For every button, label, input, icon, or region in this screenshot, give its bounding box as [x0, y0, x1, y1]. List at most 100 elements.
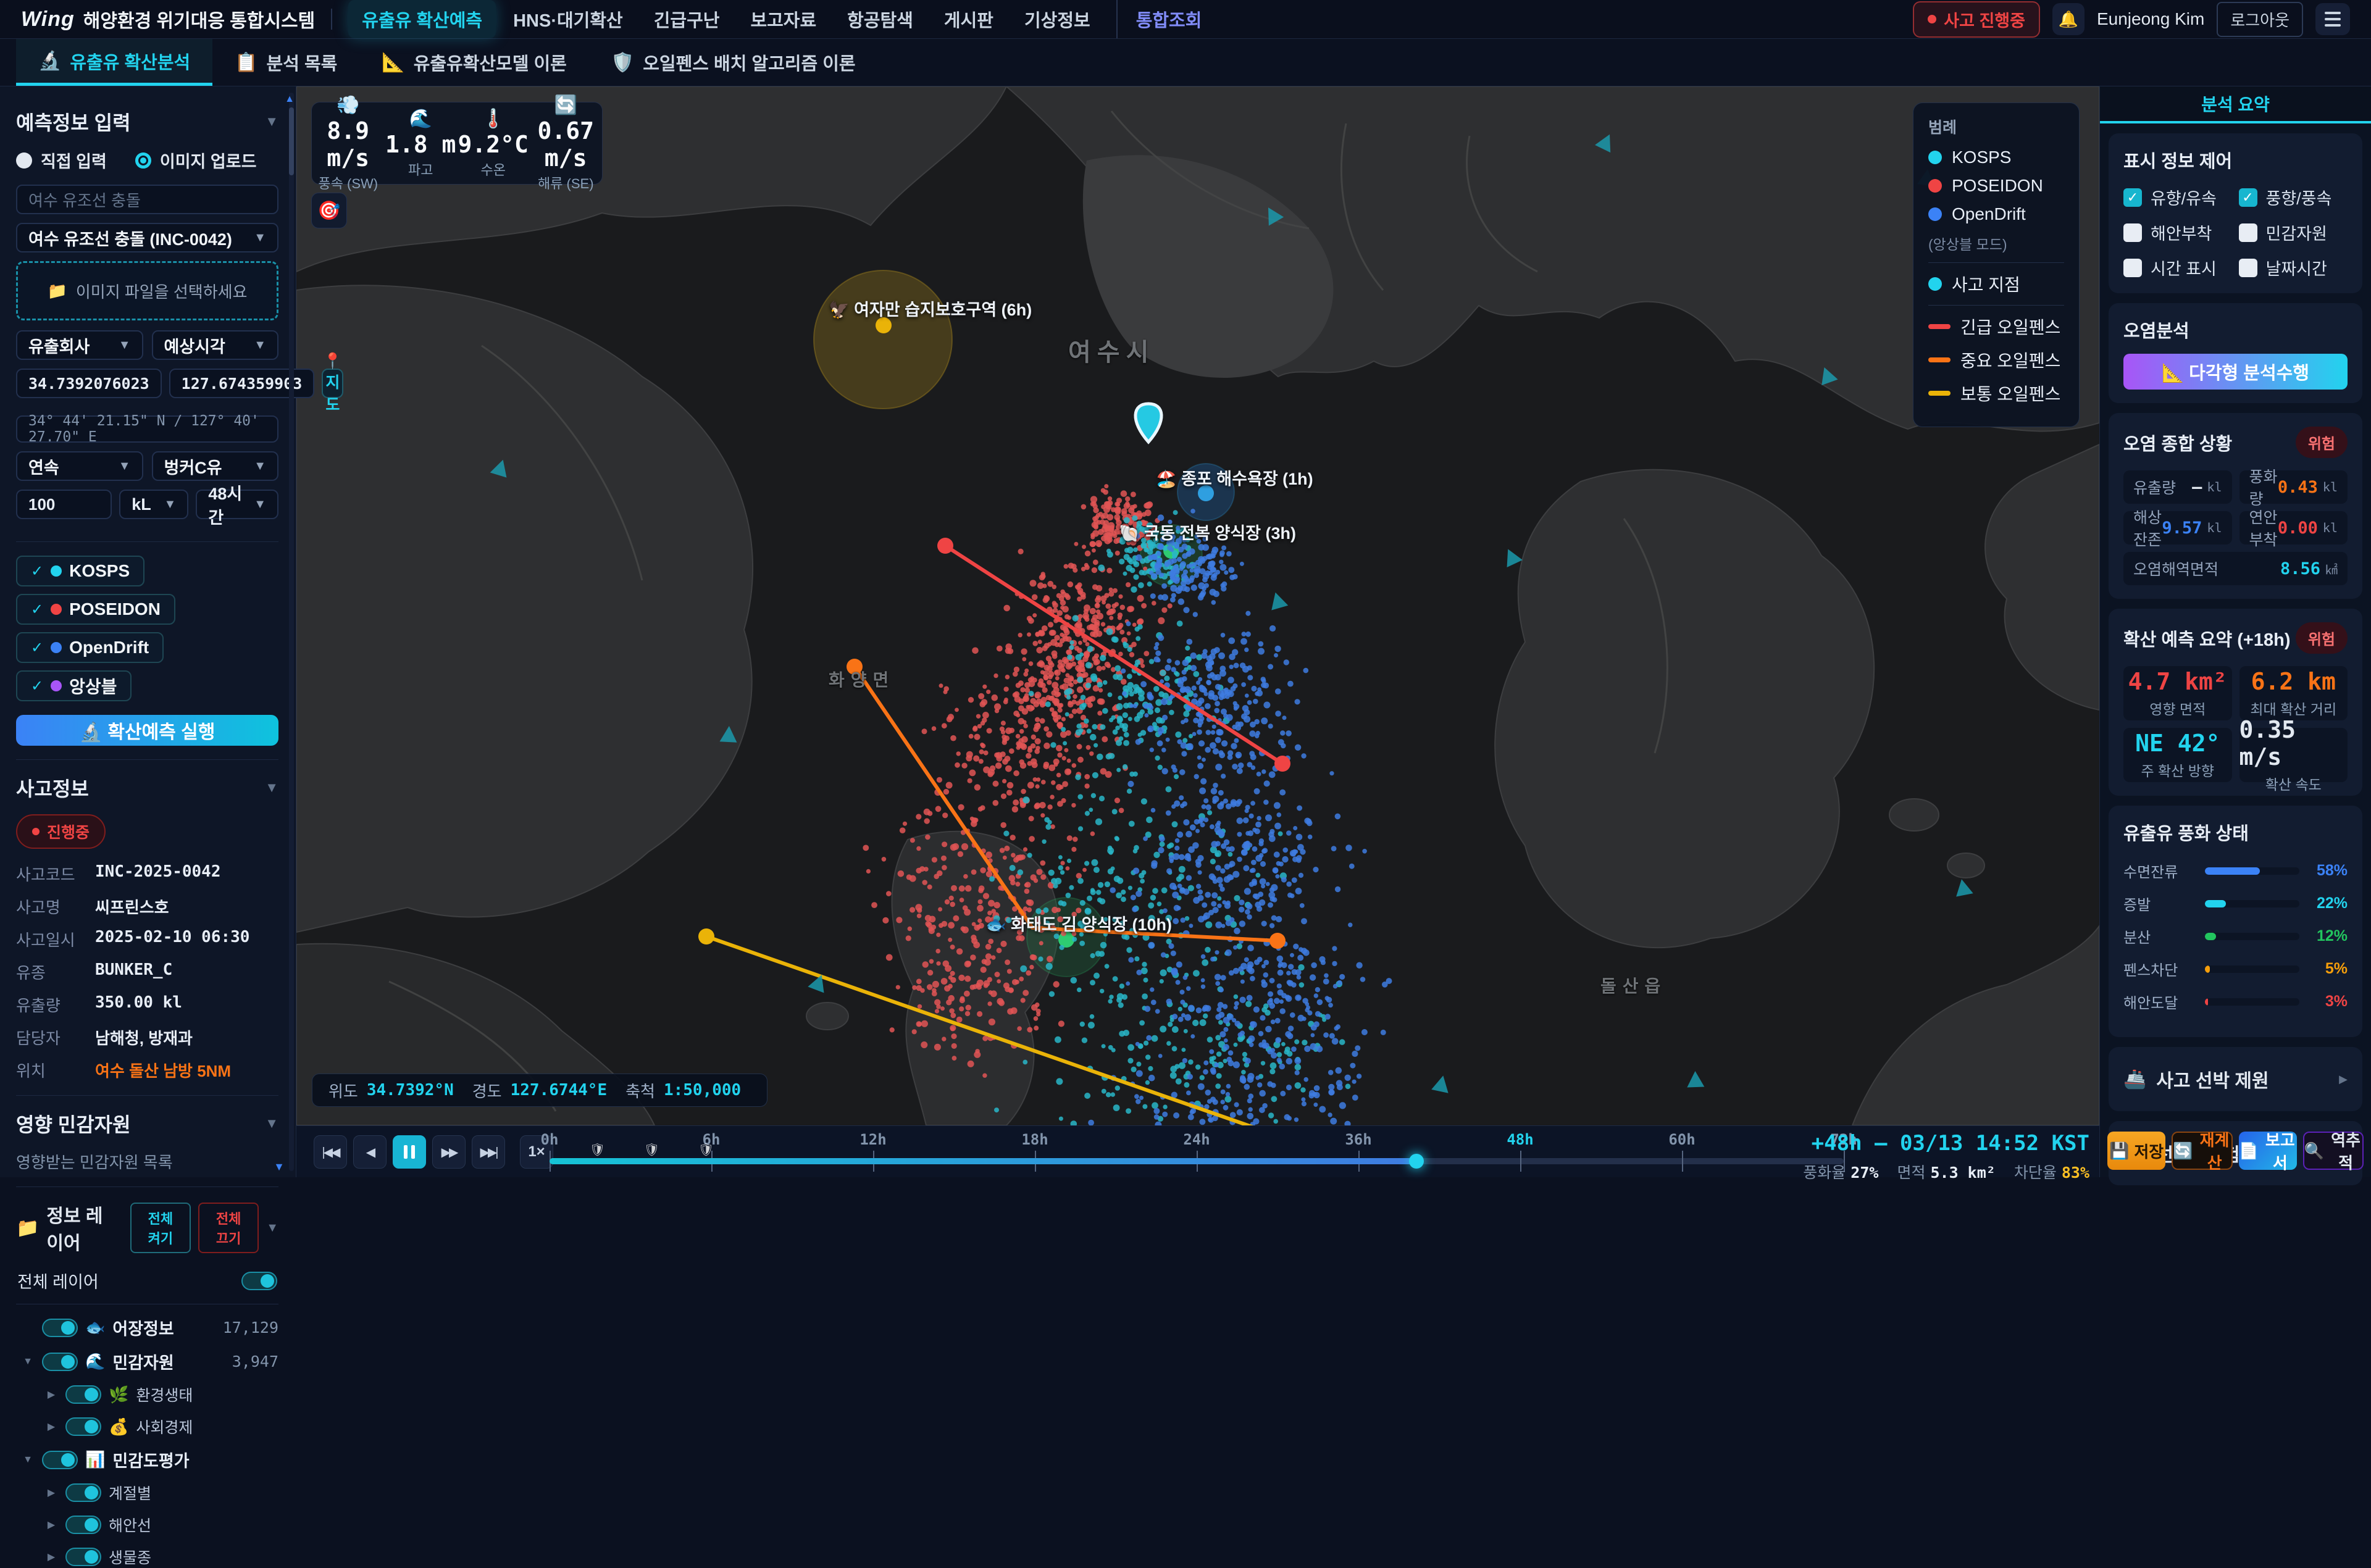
radio-직접 입력[interactable]: 직접 입력 [16, 148, 107, 172]
checkbox-시간 표시[interactable]: 시간 표시 [2123, 256, 2233, 280]
polygon-analysis-button[interactable]: 📐 다각형 분석수행 [2123, 354, 2348, 390]
step-back-button[interactable]: ◀ [353, 1135, 387, 1169]
sidebar-scrollbar[interactable] [289, 93, 294, 1171]
layer-label: 어장정보 [112, 1316, 174, 1340]
logout-button[interactable]: 로그아웃 [2217, 2, 2303, 37]
scroll-down-icon[interactable]: ▼ [274, 1161, 285, 1174]
layers-all-on-button[interactable]: 전체 켜기 [130, 1203, 191, 1253]
layer-toggle[interactable] [65, 1548, 101, 1566]
layer-toggle[interactable] [65, 1385, 101, 1404]
incident-row-label: 사고일시 [16, 928, 95, 951]
tab-유출유 확산분석[interactable]: 🔬유출유 확산분석 [16, 39, 212, 86]
incident-section-title[interactable]: 사고정보 ▼ [16, 774, 278, 802]
layer-toggle[interactable] [42, 1319, 78, 1337]
timeline-track[interactable]: 0h6h12h18h24h36h48h60h72h🛡🛡🛡 [550, 1126, 1844, 1178]
collapse-icon: ▼ [265, 1116, 278, 1132]
predict-section-title[interactable]: 예측정보 입력 ▼ [16, 107, 278, 136]
layer-toggle[interactable] [42, 1451, 78, 1469]
checkbox-민감자원[interactable]: 민감자원 [2239, 220, 2348, 244]
checkbox-icon[interactable] [2123, 259, 2142, 277]
timeline-handle[interactable] [1409, 1154, 1424, 1169]
nav-item-기상정보[interactable]: 기상정보 [1011, 0, 1104, 38]
checkbox-icon[interactable]: ✓ [2123, 188, 2142, 207]
model-chip-앙상블[interactable]: ✓앙상블 [16, 670, 132, 701]
layer-item-사회경제[interactable]: ▶💰사회경제 [16, 1416, 278, 1438]
action-저장[interactable]: 💾저장 [2107, 1132, 2165, 1170]
legend-fences: 긴급 오일펜스중요 오일펜스보통 오일펜스 [1928, 314, 2064, 406]
action-보고서[interactable]: 📄보고서 [2239, 1132, 2297, 1170]
map-canvas[interactable]: 💨8.9 m/s풍속 (SW)🌊1.8 m파고🌡️9.2°C수온🔄0.67 m/… [296, 86, 2099, 1125]
center-on-incident-button[interactable]: 🎯 [311, 193, 347, 228]
tab-오일펜스 배치 알고리즘 이론[interactable]: 🛡️오일펜스 배치 알고리즘 이론 [589, 39, 878, 86]
incident-select[interactable]: 여수 유조선 충돌 (INC-0042) ▼ [16, 223, 278, 252]
layer-toggle[interactable] [65, 1516, 101, 1534]
resource-icon: 🐚 [1119, 524, 1144, 543]
company-select[interactable]: 유출회사 ▼ [16, 330, 143, 360]
duration-select[interactable]: 48시간 ▼ [196, 490, 278, 519]
layer-item-환경생태[interactable]: ▶🌿환경생태 [16, 1383, 278, 1406]
nav-item-게시판[interactable]: 게시판 [930, 0, 1007, 38]
checkbox-해안부착[interactable]: 해안부착 [2123, 220, 2233, 244]
tree-arrow-icon: ▶ [44, 1420, 58, 1433]
weathering-분산: 분산12% [2123, 925, 2348, 947]
checkbox-icon[interactable]: ✓ [2239, 188, 2257, 207]
expected-time-select[interactable]: 예상시각 ▼ [152, 330, 279, 360]
master-layer-toggle[interactable] [241, 1272, 277, 1290]
layer-item-해안선[interactable]: ▶해안선 [16, 1514, 278, 1536]
tab-분석 목록[interactable]: 📋분석 목록 [212, 39, 359, 86]
oil-type-select[interactable]: 벙커C유 ▼ [152, 451, 279, 481]
layer-item-민감자원[interactable]: ▼🌊민감자원3,947 [16, 1349, 278, 1374]
layers-all-off-button[interactable]: 전체 끄기 [198, 1203, 259, 1253]
pause-button[interactable] [393, 1135, 426, 1169]
legend-incident: 사고 지점 [1928, 272, 2064, 296]
action-label: 재계산 [2198, 1128, 2231, 1174]
layer-item-어장정보[interactable]: 🐟어장정보17,129 [16, 1316, 278, 1340]
nav-item-HNS·대기확산[interactable]: HNS·대기확산 [500, 0, 637, 38]
layer-toggle[interactable] [42, 1353, 78, 1371]
pick-on-map-button[interactable]: 📍 지도 [322, 369, 343, 398]
nav-item-유출유 확산예측[interactable]: 유출유 확산예측 [348, 0, 496, 38]
skip-end-button[interactable]: ▶▶| [472, 1135, 505, 1169]
nav-item-긴급구난[interactable]: 긴급구난 [640, 0, 734, 38]
nav-item-보고자료[interactable]: 보고자료 [737, 0, 830, 38]
tree-arrow-icon: ▼ [21, 1356, 35, 1367]
latitude-input[interactable]: 34.7392076023 [16, 369, 162, 398]
ship-spec-section[interactable]: 🚢 사고 선박 제원 ▶ [2109, 1047, 2362, 1111]
layer-item-생물종[interactable]: ▶생물종 [16, 1546, 278, 1568]
checkbox-풍향/풍속[interactable]: ✓풍향/풍속 [2239, 185, 2348, 209]
tab-icon: 📋 [235, 52, 257, 73]
checkbox-icon[interactable] [2239, 223, 2257, 242]
checkbox-날짜시간[interactable]: 날짜시간 [2239, 256, 2348, 280]
model-chip-POSEIDON[interactable]: ✓POSEIDON [16, 594, 175, 625]
amount-input[interactable]: 100 [16, 490, 112, 519]
chevron-down-icon: ▼ [254, 231, 266, 245]
action-역추적[interactable]: 🔍역추적 [2303, 1132, 2364, 1170]
nav-item-항공탐색[interactable]: 항공탐색 [834, 0, 927, 38]
tab-유출유확산모델 이론[interactable]: 📐유출유확산모델 이론 [359, 39, 589, 86]
image-upload-dropzone[interactable]: 📁 이미지 파일을 선택하세요 [16, 261, 278, 320]
run-prediction-button[interactable]: 🔬 확산예측 실행 [16, 715, 278, 746]
layer-item-민감도평가[interactable]: ▼📊민감도평가 [16, 1448, 278, 1472]
sensitive-section-title[interactable]: 영향 민감자원 ▼ [16, 1109, 278, 1138]
model-chip-KOSPS[interactable]: ✓KOSPS [16, 556, 144, 586]
checkbox-icon[interactable] [2123, 223, 2142, 242]
fast-forward-button[interactable]: ▶▶ [432, 1135, 466, 1169]
nav-item-통합조회[interactable]: 통합조회 [1116, 0, 1216, 38]
weather-value: 0.67 m/s [530, 117, 603, 172]
layer-toggle[interactable] [65, 1483, 101, 1502]
analysis-summary-tab[interactable]: 분석 요약 [2100, 86, 2371, 123]
spill-mode-select[interactable]: 연속 ▼ [16, 451, 143, 481]
unit-select[interactable]: kL ▼ [119, 490, 188, 519]
notifications-button[interactable]: 🔔 [2052, 3, 2085, 35]
scroll-up-icon[interactable]: ▲ [285, 94, 295, 105]
layer-item-계절별[interactable]: ▶계절별 [16, 1482, 278, 1504]
model-chip-OpenDrift[interactable]: ✓OpenDrift [16, 632, 164, 663]
menu-button[interactable] [2315, 3, 2350, 35]
radio-이미지 업로드[interactable]: 이미지 업로드 [135, 148, 257, 172]
checkbox-유향/유속[interactable]: ✓유향/유속 [2123, 185, 2233, 209]
action-재계산[interactable]: 🔄재계산 [2172, 1132, 2232, 1170]
incident-name-input[interactable]: 여수 유조선 충돌 [16, 185, 278, 214]
skip-start-button[interactable]: |◀◀ [314, 1135, 347, 1169]
layer-toggle[interactable] [65, 1417, 101, 1436]
checkbox-icon[interactable] [2239, 259, 2257, 277]
